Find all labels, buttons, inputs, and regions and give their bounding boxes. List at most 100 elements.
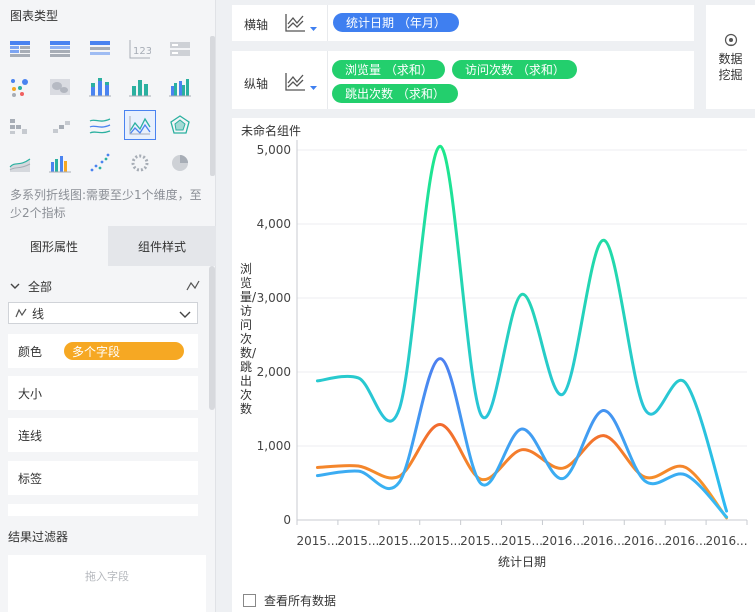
line-type-value: 线 — [32, 306, 45, 321]
chart-type-detail-table[interactable] — [84, 34, 116, 64]
y-tick-label: 1,000 — [257, 439, 291, 453]
chart-type-description: 多系列折线图:需要至少1个维度，至少2个指标 — [10, 188, 202, 220]
combo-bar-line-icon — [49, 156, 71, 173]
tab-graphic-properties[interactable]: 图形属性 — [0, 226, 108, 266]
size-property[interactable]: 大小 — [8, 376, 198, 410]
chart-type-multi-line[interactable] — [84, 110, 116, 140]
all-fields-row[interactable]: 全部 — [8, 276, 200, 296]
chart-type-multi-series-line[interactable] — [124, 110, 156, 140]
label-property[interactable]: 标签 — [8, 461, 198, 495]
chart-type-dot-scatter[interactable] — [84, 148, 116, 178]
vertical-axis-box: 纵轴 浏览量 （求和） 访问次数 （求和） 跳出次数 （求和） — [232, 51, 694, 109]
y-tick-label: 2,000 — [257, 365, 291, 379]
x-tick-label: 2015... — [501, 534, 543, 548]
chart-type-scrollbar[interactable] — [210, 36, 215, 176]
scatter-point-icon — [11, 79, 28, 97]
y-field-pill-visits[interactable]: 访问次数 （求和） — [452, 60, 577, 79]
axis-chart-type-icon[interactable] — [284, 71, 318, 93]
y-tick-label: 4,000 — [257, 217, 291, 231]
chevron-down-icon — [10, 283, 20, 289]
property-scrollbar[interactable] — [209, 266, 215, 410]
chart-type-bar-chart[interactable] — [124, 72, 156, 102]
cross-table-icon — [50, 41, 70, 57]
heatmap-icon — [50, 79, 70, 95]
chart-type-area[interactable] — [4, 148, 36, 178]
radar-icon — [170, 115, 190, 134]
chart-type-combo-bar-line[interactable] — [44, 148, 76, 178]
data-mining-label-1: 数据 — [718, 52, 743, 66]
x-tick-label: 2016... — [665, 534, 707, 548]
color-property-label: 颜色 — [18, 344, 43, 359]
x-tick-label: 2016... — [706, 534, 748, 548]
chart-type-table[interactable] — [4, 34, 36, 64]
chart-types-title: 图表类型 — [10, 9, 59, 23]
color-property[interactable]: 颜色 多个字段 — [8, 334, 198, 368]
connect-line-property[interactable]: 连线 — [8, 418, 198, 452]
chart-type-scatter-point[interactable] — [4, 72, 36, 102]
y-tick-label: 3,000 — [257, 291, 291, 305]
result-filter-dropzone[interactable]: 拖入字段 — [8, 555, 206, 612]
axis-chart-type-icon[interactable] — [284, 12, 318, 34]
horizontal-axis-label: 横轴 — [244, 18, 269, 32]
waterfall-icon — [10, 119, 27, 134]
multi-line-icon — [89, 118, 111, 134]
left-panel: 图表类型 123 多系列折线图:需要至少1个维度，至少2个指标 图形属性 组件样… — [0, 0, 216, 612]
area-icon — [9, 158, 31, 172]
chart-x-axis-label: 统计日期 — [498, 555, 546, 569]
grouped-bar-icon — [169, 79, 191, 97]
x-tick-label: 2015... — [296, 534, 338, 548]
series-line — [315, 423, 729, 520]
chart-panel: 未命名组件 5,000 4,000 3,000 2,000 1,000 0 2015... 2… — [232, 118, 755, 612]
chart-type-kpi-number[interactable]: 123 — [124, 34, 156, 64]
x-tick-label: 2015... — [337, 534, 379, 548]
chevron-down-icon — [179, 311, 191, 318]
axis-divider — [327, 51, 328, 109]
list-icon — [170, 42, 190, 56]
bubble-ring-icon — [131, 154, 149, 172]
chart-type-radar[interactable] — [164, 110, 196, 140]
color-multiple-fields-pill[interactable]: 多个字段 — [64, 342, 185, 360]
y-field-pill-pageviews[interactable]: 浏览量 （求和） — [332, 60, 445, 79]
x-tick-label: 2016... — [542, 534, 584, 548]
chart-type-bubble-ring[interactable] — [124, 148, 156, 178]
all-fields-label: 全部 — [28, 279, 53, 294]
multi-series-line-icon — [129, 116, 151, 135]
data-mining-label-2: 挖掘 — [718, 68, 743, 82]
vertical-axis-label: 纵轴 — [244, 77, 269, 91]
tab-component-style[interactable]: 组件样式 — [108, 226, 216, 266]
line-type-icon — [186, 280, 200, 291]
see-all-data-row: 查看所有数据 — [243, 592, 336, 609]
x-tick-label: 2015... — [419, 534, 461, 548]
chart-type-heatmap[interactable] — [44, 72, 76, 102]
y-field-pill-bounces[interactable]: 跳出次数 （求和） — [332, 84, 458, 103]
chart-type-list[interactable] — [164, 34, 196, 64]
chart-type-step[interactable] — [44, 110, 76, 140]
table-icon — [10, 41, 30, 57]
horizontal-axis-box: 横轴 统计日期 （年月） — [232, 5, 694, 41]
kpi-number-icon: 123 — [129, 40, 151, 59]
x-tick-label: 2015... — [460, 534, 502, 548]
property-area: 全部 线 颜色 多个字段 大小 连线 标签 — [0, 266, 216, 516]
chart-type-pie[interactable] — [164, 148, 196, 178]
chart-y-axis-label: 浏览量/访问次数/跳出次数 — [240, 262, 257, 416]
x-field-pill-date[interactable]: 统计日期 （年月） — [333, 13, 459, 32]
property-tabs: 图形属性 组件样式 — [0, 226, 216, 266]
see-all-data-label: 查看所有数据 — [264, 594, 337, 608]
chart-type-waterfall[interactable] — [4, 110, 36, 140]
series-line — [315, 144, 729, 513]
x-tick-label: 2015... — [378, 534, 420, 548]
axis-divider — [327, 5, 328, 41]
detail-table-icon — [90, 41, 110, 55]
line-type-select[interactable]: 线 — [8, 302, 198, 324]
chart-type-grouped-bar[interactable] — [164, 72, 196, 102]
stacked-bar-icon — [89, 78, 111, 97]
series-line — [315, 357, 729, 519]
data-mining-button[interactable]: 数据 挖掘 — [706, 5, 755, 109]
y-tick-label: 5,000 — [257, 143, 291, 157]
chart-type-cross-table[interactable] — [44, 34, 76, 64]
line-type-icon — [15, 308, 27, 318]
chart-type-stacked-bar[interactable] — [84, 72, 116, 102]
see-all-data-checkbox[interactable] — [243, 594, 256, 607]
svg-text:123: 123 — [133, 46, 151, 57]
more-property[interactable] — [8, 504, 198, 516]
